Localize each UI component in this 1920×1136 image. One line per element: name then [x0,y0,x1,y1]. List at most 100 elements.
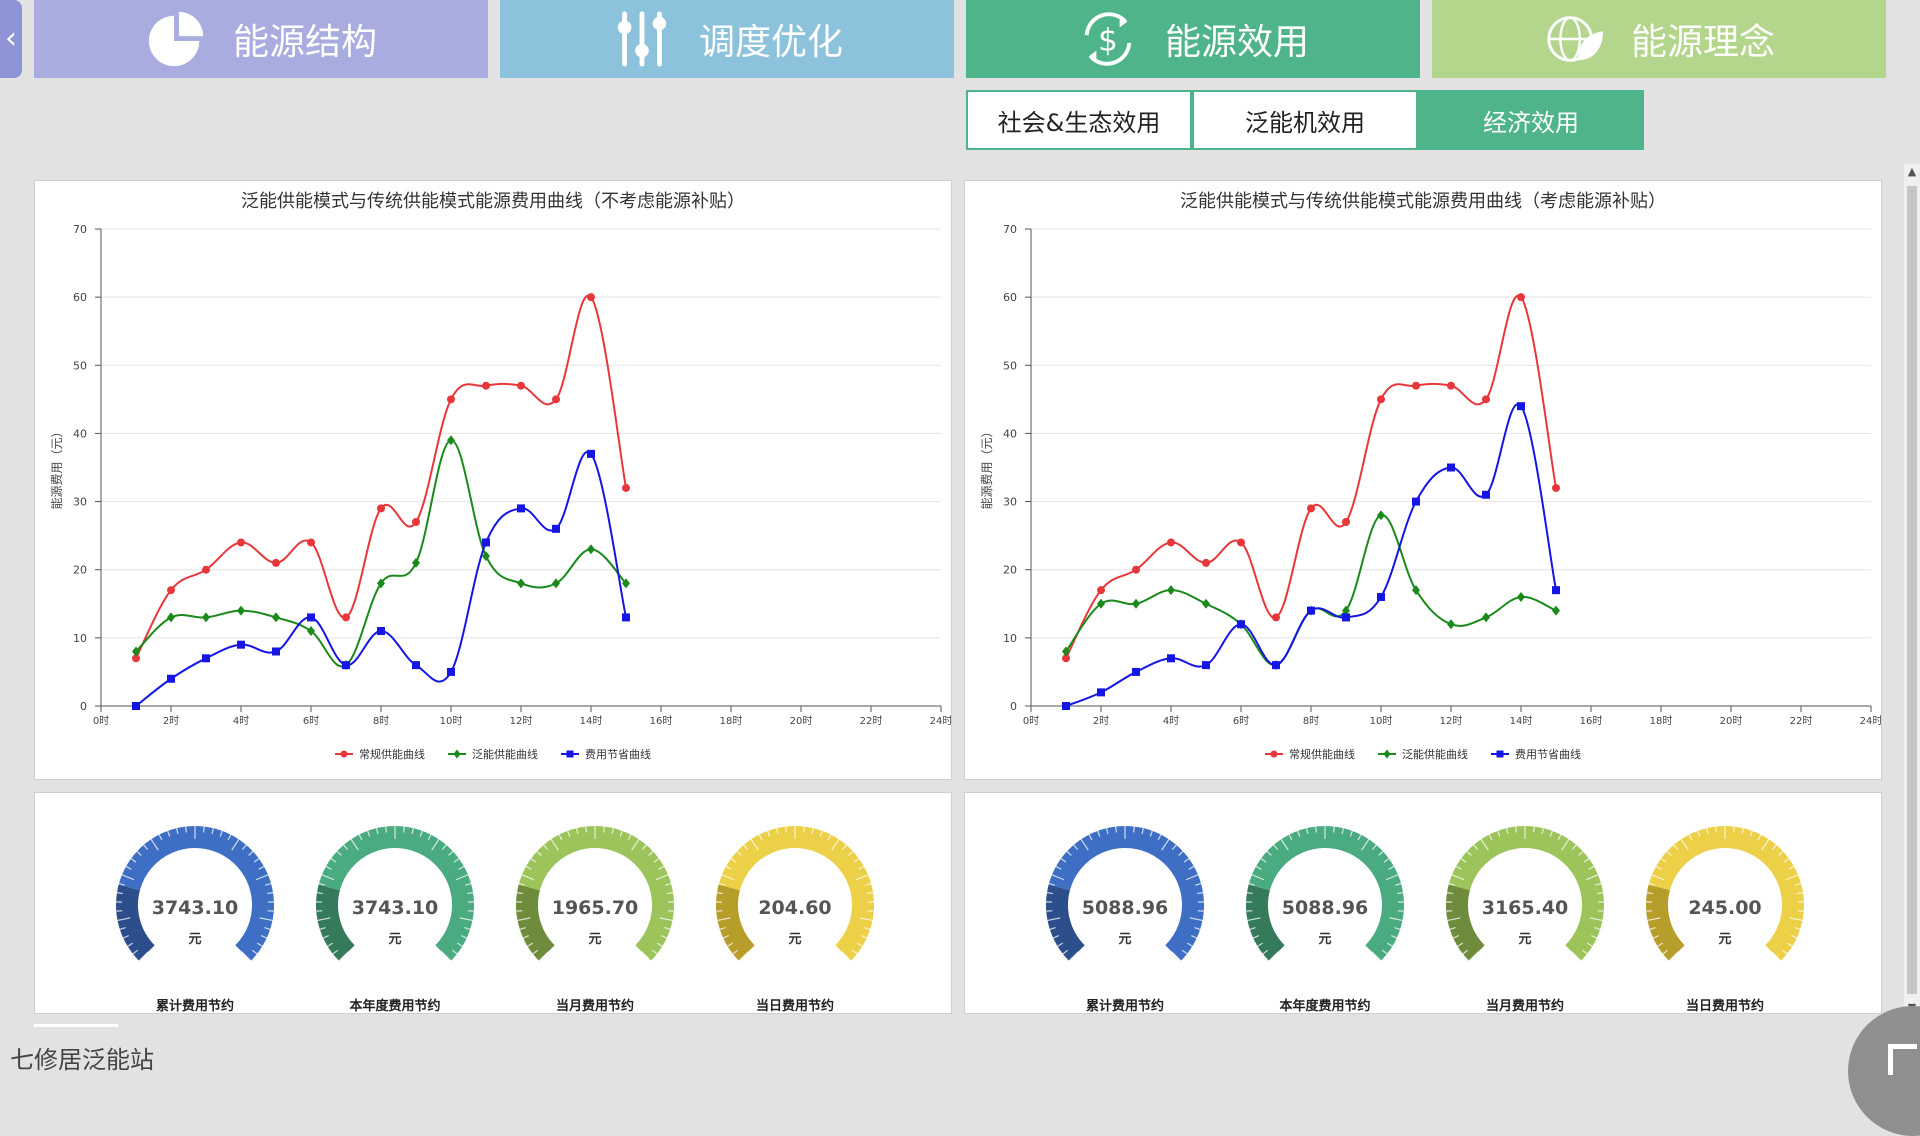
data-point [1062,702,1070,710]
data-point [342,661,350,669]
scroll-thumb[interactable] [1907,186,1917,994]
y-tick-label: 20 [73,564,87,577]
tab-label: 能源效用 [1165,13,1309,65]
y-tick-label: 50 [1003,359,1017,372]
data-point [202,566,210,574]
tab-label: 调度优化 [699,13,843,65]
subtab-energy-machine[interactable]: 泛能机效用 [1192,90,1418,150]
data-point [307,613,315,621]
gauge-unit: 元 [1240,928,1410,947]
data-point [552,525,560,533]
data-point [482,538,490,546]
data-point [1482,612,1490,622]
gauge: 1965.70元当月费用节约 [510,817,680,1007]
data-point [1412,382,1420,390]
gauge-unit: 元 [1440,928,1610,947]
y-tick-label: 30 [1003,496,1017,509]
tab-energy-concept[interactable]: 能源理念 [1432,0,1886,78]
x-tick-label: 24时 [930,715,951,727]
subtab-label: 社会&生态效用 [998,103,1161,138]
tab-dispatch-optimization[interactable]: 调度优化 [500,0,954,78]
data-point [272,559,280,567]
gauge-panel-without-subsidy: 3743.10元累计费用节约3743.10元本年度费用节约1965.70元当月费… [34,792,952,1014]
gauge-tick [604,827,605,833]
data-point [1412,498,1420,506]
data-point [132,702,140,710]
data-point [1552,484,1560,492]
scroll-up-icon[interactable]: ▲ [1904,164,1920,180]
y-tick-label: 60 [1003,291,1017,304]
data-point [167,675,175,683]
gauge-tick [1534,827,1535,833]
subtab-economic[interactable]: 经济效用 [1418,90,1644,150]
legend-marker [567,751,574,758]
back-button[interactable]: ‹ [0,0,22,78]
data-point [237,606,245,616]
gauge-tick [204,827,205,833]
data-point [552,395,560,403]
y-tick-label: 10 [1003,632,1017,645]
gauge-unit: 元 [310,928,480,947]
data-point [1517,592,1525,602]
data-point [517,504,525,512]
legend-label: 费用节省曲线 [585,747,651,761]
y-tick-label: 70 [73,223,87,236]
data-point [517,578,525,588]
gauge-tick [1134,827,1135,833]
data-point [1097,688,1105,696]
y-tick-label: 0 [80,700,87,713]
x-tick-label: 8时 [373,715,389,727]
gauge-unit: 元 [1040,928,1210,947]
station-name: 七修居泛能站 [10,1040,154,1075]
tab-energy-structure[interactable]: 能源结构 [34,0,488,78]
subtab-social-ecological[interactable]: 社会&生态效用 [966,90,1192,150]
data-point [377,504,385,512]
data-point [167,586,175,594]
legend-label: 常规供能曲线 [1289,747,1355,761]
x-tick-label: 18时 [720,715,743,727]
vertical-scrollbar[interactable]: ▲ ▼ [1904,164,1920,1016]
corner-menu-button[interactable] [1848,1006,1920,1136]
y-tick-label: 60 [73,291,87,304]
data-point [307,538,315,546]
x-tick-label: 4时 [1163,715,1179,727]
data-point [1097,586,1105,594]
gauge-tick [386,827,387,833]
gauge-tick [786,827,787,833]
gauge-tick [1734,827,1735,833]
gauge: 5088.96元累计费用节约 [1040,817,1210,1007]
y-tick-label: 30 [73,496,87,509]
gauge-tick [404,827,405,833]
gauge-tick [586,827,587,833]
gauge: 3743.10元本年度费用节约 [310,817,480,1007]
gauge-value: 204.60 [710,897,880,919]
gauge-label: 当月费用节约 [490,995,700,1014]
data-point [1377,395,1385,403]
x-tick-label: 18时 [1650,715,1673,727]
legend-marker [1497,751,1504,758]
subtab-label: 经济效用 [1483,103,1579,138]
gauge-label: 当月费用节约 [1420,995,1630,1014]
chart-panel-without-subsidy: 泛能供能模式与传统供能模式能源费用曲线（不考虑能源补贴） 01020304050… [34,180,952,780]
gauge-value: 3743.10 [310,897,480,919]
data-point [1167,585,1175,595]
tab-energy-utility[interactable]: $ 能源效用 [966,0,1420,78]
y-tick-label: 0 [1010,700,1017,713]
gauge-value: 3743.10 [110,897,280,919]
data-point [1517,402,1525,410]
tab-label: 能源结构 [233,13,377,65]
gauge-label: 本年度费用节约 [1220,995,1430,1014]
data-point [1272,613,1280,621]
data-point [1377,593,1385,601]
y-tick-label: 40 [73,427,87,440]
data-point [1307,504,1315,512]
y-tick-label: 70 [1003,223,1017,236]
data-point [447,668,455,676]
footer-divider [34,1024,118,1027]
data-point [447,395,455,403]
globe-leaf-icon [1543,8,1605,70]
data-point [237,641,245,649]
sliders-icon [611,8,673,70]
data-point [622,484,630,492]
series-2-line [1066,404,1556,706]
